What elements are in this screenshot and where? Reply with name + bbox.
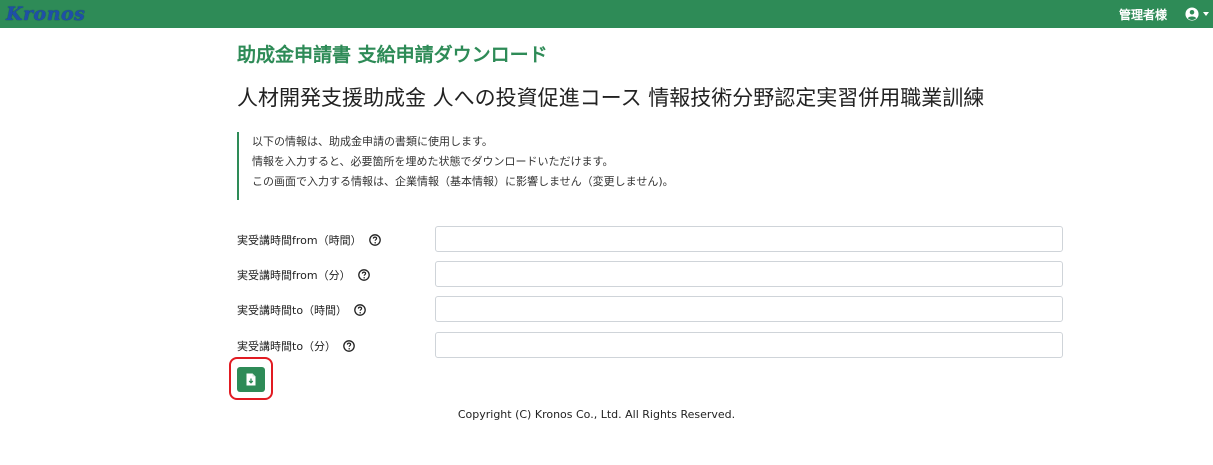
footer-copyright: Copyright (C) Kronos Co., Ltd. All Right… bbox=[457, 408, 736, 421]
to-hour-input[interactable] bbox=[435, 296, 1063, 322]
form-row-to-minute: 実受講時間to（分） bbox=[237, 332, 1067, 360]
form-row-from-minute: 実受講時間from（分） bbox=[237, 261, 1067, 289]
help-icon[interactable] bbox=[354, 304, 366, 316]
to-minute-input[interactable] bbox=[435, 332, 1063, 358]
field-label-text: 実受講時間from（時間） bbox=[237, 234, 362, 247]
field-label: 実受講時間from（時間） bbox=[237, 232, 381, 248]
help-icon[interactable] bbox=[343, 340, 355, 352]
user-menu-label[interactable]: 管理者様 bbox=[1119, 6, 1167, 23]
info-callout: 以下の情報は、助成金申請の書類に使用します。 情報を入力すると、必要箇所を埋めた… bbox=[237, 132, 674, 200]
form-row-to-hour: 実受講時間to（時間） bbox=[237, 296, 1067, 324]
file-download-icon bbox=[246, 373, 256, 386]
field-label-text: 実受講時間to（時間） bbox=[237, 304, 348, 317]
page-title: 助成金申請書 支給申請ダウンロード bbox=[237, 44, 548, 66]
field-label: 実受講時間to（分） bbox=[237, 338, 355, 354]
kronos-logo[interactable]: Kronos bbox=[6, 3, 85, 25]
form-row-from-hour: 実受講時間from（時間） bbox=[237, 226, 1067, 254]
help-icon[interactable] bbox=[368, 234, 381, 246]
field-label: 実受講時間from（分） bbox=[237, 267, 370, 283]
user-circle-icon[interactable] bbox=[1185, 7, 1199, 21]
info-line: この画面で入力する情報は、企業情報（基本情報）に影響しません（変更しません)。 bbox=[252, 175, 674, 188]
field-label-text: 実受講時間to（分） bbox=[237, 340, 337, 353]
top-navbar: Kronos 管理者様 bbox=[0, 0, 1213, 28]
info-line: 情報を入力すると、必要箇所を埋めた状態でダウンロードいただけます。 bbox=[252, 155, 614, 168]
download-button[interactable] bbox=[237, 367, 265, 392]
course-subtitle: 人材開発支援助成金 人への投資促進コース 情報技術分野認定実習併用職業訓練 bbox=[237, 86, 985, 110]
info-line: 以下の情報は、助成金申請の書類に使用します。 bbox=[252, 135, 493, 148]
chevron-down-icon[interactable] bbox=[1203, 12, 1209, 16]
field-label-text: 実受講時間from（分） bbox=[237, 269, 351, 282]
from-hour-input[interactable] bbox=[435, 226, 1063, 252]
help-icon[interactable] bbox=[357, 269, 370, 281]
from-minute-input[interactable] bbox=[435, 261, 1063, 287]
field-label: 実受講時間to（時間） bbox=[237, 302, 366, 318]
